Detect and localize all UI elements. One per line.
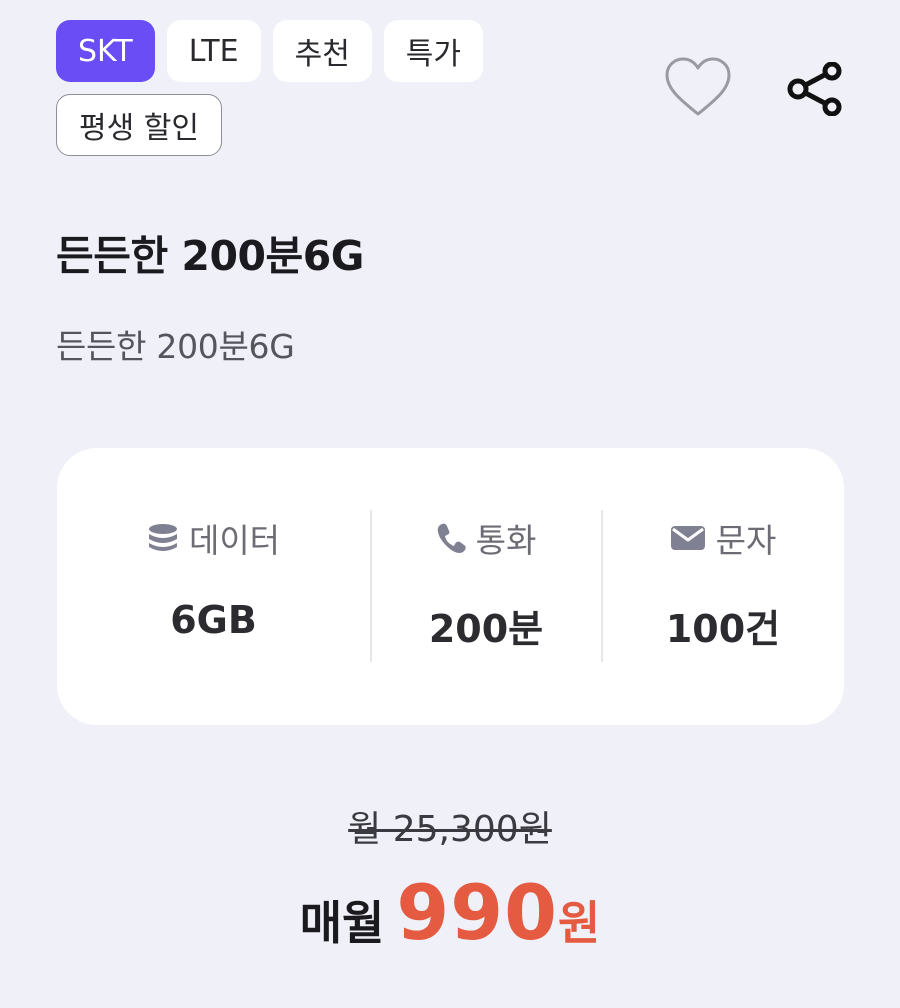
plan-title: 든든한 200분6G: [56, 232, 364, 280]
spec-card: 데이터 6GB 통화 200분 문자 100건: [57, 448, 844, 725]
original-price: 월 25,300원: [0, 800, 900, 852]
tag-network: LTE: [166, 20, 261, 82]
phone-icon: [437, 523, 466, 553]
spec-data-header: 데이터: [147, 514, 280, 562]
spec-sms-header: 문자: [670, 514, 777, 562]
spec-call-header: 통화: [436, 514, 537, 562]
spec-sms-label: 문자: [715, 521, 777, 560]
tag-lifetime-discount: 평생 할인: [56, 94, 222, 156]
spec-data: 데이터 6GB: [57, 448, 370, 725]
plan-subtitle: 든든한 200분6G: [56, 327, 295, 366]
spec-data-label: 데이터: [188, 521, 281, 560]
tag-special-price: 특가: [383, 20, 483, 82]
spec-call: 통화 200분: [370, 448, 602, 725]
spec-data-value: 6GB: [170, 598, 257, 642]
price-unit: 원: [557, 896, 601, 950]
tag-list: SKT LTE 추천 특가 평생 할인: [56, 20, 516, 168]
tag-recommended: 추천: [272, 20, 372, 82]
share-icon: [787, 61, 842, 117]
spec-sms: 문자 100건: [602, 448, 844, 725]
tag-row-1: SKT LTE 추천 특가: [56, 20, 516, 82]
tag-carrier: SKT: [56, 20, 155, 82]
price-prefix: 매월: [299, 896, 385, 950]
heart-outline-icon: [665, 57, 731, 116]
favorite-button[interactable]: [664, 56, 732, 118]
original-price-text: 월 25,300원: [348, 809, 552, 850]
spec-sms-value: 100건: [665, 607, 781, 651]
price-amount: 990: [396, 868, 558, 957]
spec-call-label: 통화: [475, 521, 537, 560]
share-button[interactable]: [786, 61, 846, 117]
envelope-icon: [670, 526, 705, 550]
tag-row-2: 평생 할인: [56, 94, 516, 156]
database-icon: [148, 524, 177, 551]
spec-call-value: 200분: [428, 607, 544, 651]
monthly-price: 매월 990원: [0, 868, 900, 957]
